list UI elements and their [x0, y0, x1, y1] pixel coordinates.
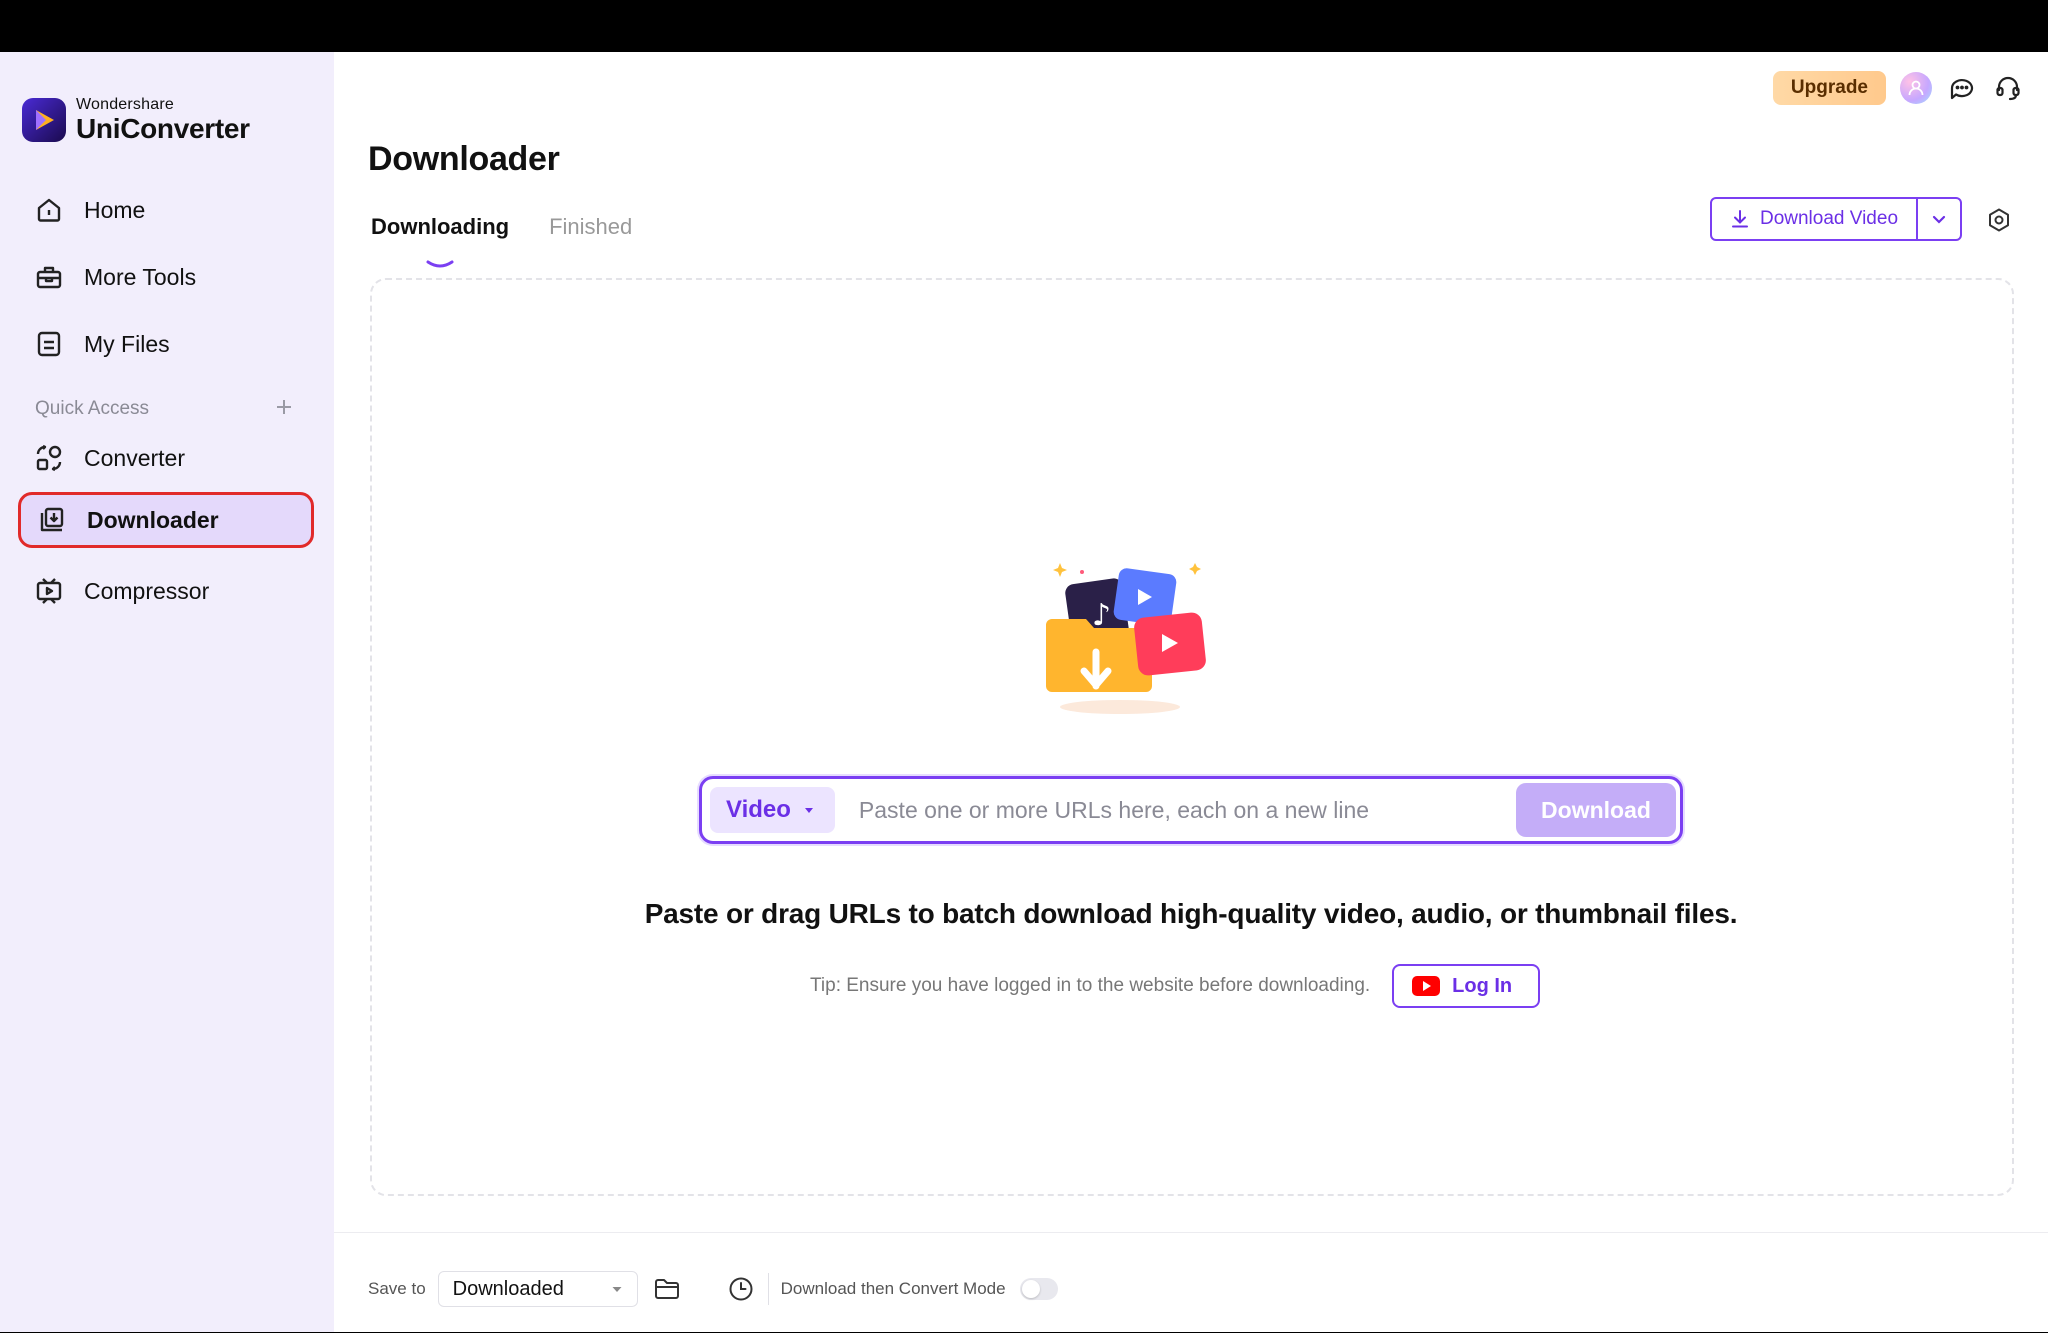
- home-icon: [34, 195, 64, 225]
- media-type-dropdown[interactable]: Video: [710, 787, 835, 833]
- media-type-label: Video: [726, 796, 791, 823]
- sidebar: Wondershare UniConverter Home More Tools…: [0, 52, 334, 1332]
- footer-divider: [767, 1273, 769, 1305]
- download-button[interactable]: Download: [1516, 783, 1676, 837]
- headset-icon[interactable]: [1992, 72, 2024, 104]
- caret-down-icon: [804, 808, 813, 813]
- downloader-icon: [37, 505, 67, 535]
- sidebar-item-my-files[interactable]: My Files: [18, 316, 314, 372]
- tab-finished[interactable]: Finished: [549, 214, 632, 254]
- youtube-icon: [1412, 976, 1441, 996]
- chat-icon[interactable]: [1946, 72, 1978, 104]
- header-actions: Upgrade: [1772, 68, 2024, 108]
- compressor-icon: [34, 576, 64, 606]
- download-video-button[interactable]: Download Video: [1712, 199, 1916, 239]
- app-window: Wondershare UniConverter Home More Tools…: [0, 52, 2048, 1332]
- sidebar-item-more-tools[interactable]: More Tools: [18, 249, 314, 305]
- caret-down-icon: [612, 1287, 622, 1292]
- download-video-label: Download Video: [1759, 208, 1899, 229]
- save-location-value: Downloaded: [452, 1277, 564, 1300]
- empty-state-headline: Paste or drag URLs to batch download hig…: [644, 898, 1738, 929]
- sidebar-item-label: Converter: [84, 444, 185, 471]
- avatar[interactable]: [1900, 72, 1932, 104]
- brand[interactable]: Wondershare UniConverter: [22, 96, 250, 144]
- svg-text:♪: ♪: [1092, 598, 1111, 633]
- uniconverter-logo-icon: [22, 98, 66, 142]
- window-top-bar: [0, 0, 2048, 52]
- sidebar-item-home[interactable]: Home: [18, 182, 314, 238]
- upgrade-button[interactable]: Upgrade: [1772, 71, 1886, 105]
- url-input[interactable]: [834, 785, 1516, 835]
- login-tip: Tip: Ensure you have logged in to the we…: [810, 962, 1541, 1010]
- clock-icon[interactable]: [726, 1274, 756, 1304]
- footer-bar: Save to Downloaded Download then Convert…: [334, 1232, 2048, 1333]
- sidebar-item-downloader[interactable]: Downloader: [18, 492, 314, 548]
- toolbox-icon: [34, 262, 64, 292]
- save-location-select[interactable]: Downloaded: [437, 1271, 638, 1307]
- tab-downloading[interactable]: Downloading: [371, 214, 510, 268]
- url-drop-zone[interactable]: [370, 278, 2014, 1196]
- file-icon: [34, 329, 64, 359]
- sidebar-item-converter[interactable]: Converter: [18, 430, 314, 486]
- login-label: Log In: [1452, 974, 1513, 997]
- sidebar-item-label: Downloader: [87, 506, 219, 533]
- quick-access-header: Quick Access: [35, 394, 293, 424]
- page-title: Downloader: [368, 140, 560, 178]
- chevron-down-icon: [1932, 215, 1946, 224]
- tab-active-indicator: [426, 260, 454, 268]
- add-icon[interactable]: [275, 398, 293, 421]
- sidebar-item-compressor[interactable]: Compressor: [18, 563, 314, 619]
- brand-company: Wondershare: [76, 96, 174, 113]
- quick-access-label: Quick Access: [35, 398, 150, 419]
- folder-icon[interactable]: [652, 1274, 682, 1304]
- sidebar-item-label: More Tools: [84, 263, 197, 290]
- download-icon: [1731, 210, 1748, 228]
- login-button[interactable]: Log In: [1392, 964, 1541, 1008]
- tab-bar: Downloading Finished: [371, 214, 632, 268]
- brand-product: UniConverter: [76, 113, 250, 144]
- save-to-label: Save to: [368, 1279, 426, 1298]
- tab-label: Downloading: [371, 214, 510, 239]
- download-illustration: ♪: [1040, 557, 1215, 717]
- url-input-bar: Video Download: [699, 776, 1683, 844]
- download-video-split-button: Download Video: [1710, 197, 1962, 241]
- tip-text: Tip: Ensure you have logged in to the we…: [810, 975, 1371, 996]
- download-options-dropdown[interactable]: [1916, 199, 1960, 239]
- tab-label: Finished: [549, 214, 633, 239]
- sidebar-item-label: My Files: [84, 330, 170, 357]
- toggle-knob: [1021, 1280, 1040, 1298]
- sidebar-item-label: Home: [84, 196, 146, 223]
- converter-icon: [34, 443, 64, 473]
- settings-icon[interactable]: [1982, 203, 2016, 237]
- sidebar-item-label: Compressor: [84, 577, 210, 604]
- convert-mode-toggle[interactable]: [1019, 1278, 1058, 1300]
- convert-mode-label: Download then Convert Mode: [780, 1279, 1006, 1298]
